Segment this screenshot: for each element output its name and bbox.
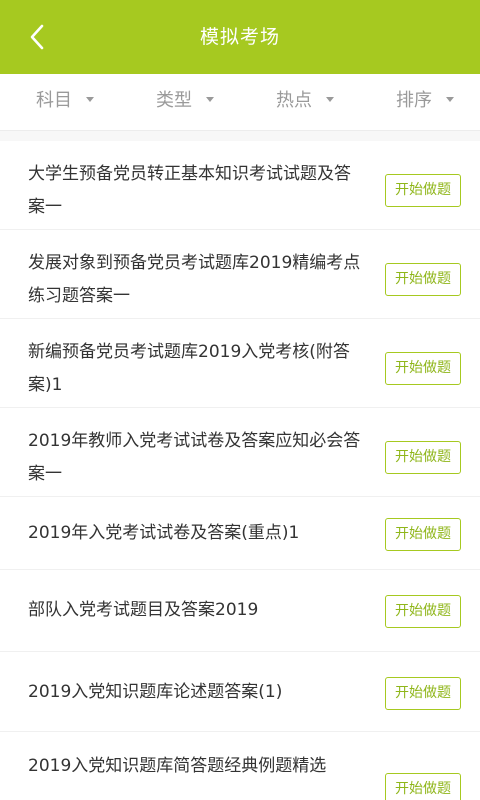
- start-exam-button[interactable]: 开始做题: [385, 595, 461, 628]
- caret-down-icon: [326, 96, 334, 102]
- exam-list: 大学生预备党员转正基本知识考试试题及答案一 开始做题 发展对象到预备党员考试题库…: [0, 141, 480, 800]
- filter-label: 热点: [276, 90, 312, 111]
- filter-type[interactable]: 类型: [156, 74, 214, 124]
- list-item[interactable]: 新编预备党员考试题库2019入党考核(附答案)1 开始做题: [0, 319, 480, 408]
- list-item[interactable]: 部队入党考试题目及答案2019 开始做题: [0, 570, 480, 652]
- exam-title: 大学生预备党员转正基本知识考试试题及答案一: [28, 164, 351, 217]
- exam-title: 2019入党知识题库简答题经典例题精选: [28, 756, 327, 776]
- start-exam-button[interactable]: 开始做题: [385, 174, 461, 207]
- filter-label: 科目: [36, 90, 72, 111]
- exam-title: 部队入党考试题目及答案2019: [28, 600, 259, 620]
- list-item[interactable]: 2019入党知识题库简答题经典例题精选 开始做题: [0, 732, 480, 800]
- exam-title: 2019年教师入党考试试卷及答案应知必会答案一: [28, 431, 361, 484]
- filter-subject[interactable]: 科目: [36, 74, 94, 124]
- list-item[interactable]: 2019年入党考试试卷及答案(重点)1 开始做题: [0, 497, 480, 570]
- exam-title: 发展对象到预备党员考试题库2019精编考点练习题答案一: [28, 253, 361, 306]
- caret-down-icon: [446, 96, 454, 102]
- list-item[interactable]: 2019年教师入党考试试卷及答案应知必会答案一 开始做题: [0, 408, 480, 497]
- caret-down-icon: [206, 96, 214, 102]
- list-item[interactable]: 2019入党知识题库论述题答案(1) 开始做题: [0, 652, 480, 732]
- exam-title: 新编预备党员考试题库2019入党考核(附答案)1: [28, 342, 350, 395]
- exam-title: 2019入党知识题库论述题答案(1): [28, 682, 283, 702]
- start-exam-button[interactable]: 开始做题: [385, 352, 461, 385]
- exam-title: 2019年入党考试试卷及答案(重点)1: [28, 523, 300, 543]
- start-exam-button[interactable]: 开始做题: [385, 441, 461, 474]
- filter-label: 排序: [396, 90, 432, 111]
- filter-sort[interactable]: 排序: [396, 74, 454, 124]
- start-exam-button[interactable]: 开始做题: [385, 773, 461, 800]
- list-item[interactable]: 大学生预备党员转正基本知识考试试题及答案一 开始做题: [0, 141, 480, 230]
- filter-hot[interactable]: 热点: [276, 74, 334, 124]
- page-title: 模拟考场: [199, 26, 280, 48]
- start-exam-button[interactable]: 开始做题: [385, 263, 461, 296]
- section-gap: [0, 131, 480, 141]
- caret-down-icon: [86, 96, 94, 102]
- list-item[interactable]: 发展对象到预备党员考试题库2019精编考点练习题答案一 开始做题: [0, 230, 480, 319]
- app-header: 模拟考场: [0, 0, 480, 74]
- start-exam-button[interactable]: 开始做题: [385, 518, 461, 551]
- filter-bar: 科目 类型 热点 排序: [0, 74, 480, 131]
- start-exam-button[interactable]: 开始做题: [385, 677, 461, 710]
- filter-label: 类型: [156, 90, 192, 111]
